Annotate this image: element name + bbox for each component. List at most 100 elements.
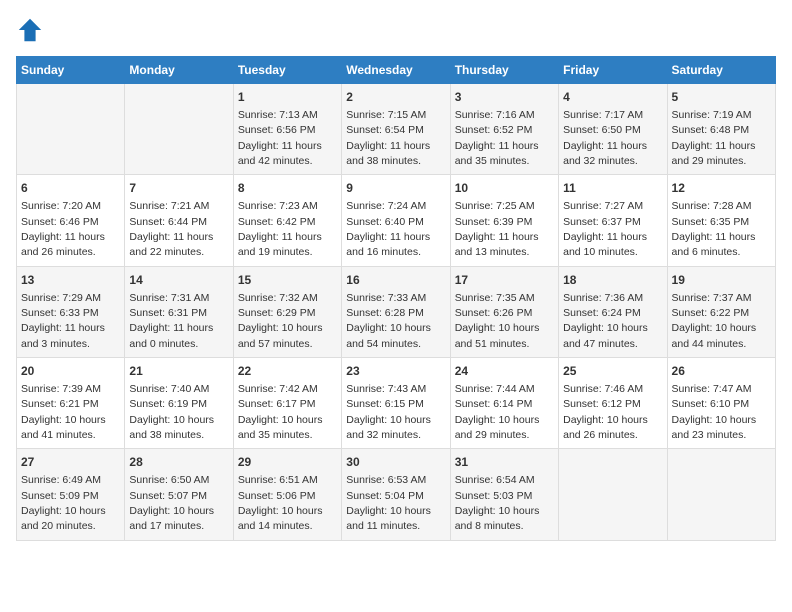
cell-sunset: Sunset: 5:09 PM <box>21 490 99 502</box>
calendar-cell: 23Sunrise: 7:43 AMSunset: 6:15 PMDayligh… <box>342 358 450 449</box>
cell-sunrise: Sunrise: 6:53 AM <box>346 474 426 486</box>
calendar-cell: 18Sunrise: 7:36 AMSunset: 6:24 PMDayligh… <box>559 266 667 357</box>
day-number: 18 <box>563 272 662 289</box>
day-number: 6 <box>21 180 120 197</box>
calendar-cell: 10Sunrise: 7:25 AMSunset: 6:39 PMDayligh… <box>450 175 558 266</box>
calendar-cell <box>125 84 233 175</box>
day-number: 3 <box>455 89 554 106</box>
cell-sunrise: Sunrise: 6:49 AM <box>21 474 101 486</box>
cell-sunset: Sunset: 6:19 PM <box>129 398 207 410</box>
day-number: 15 <box>238 272 337 289</box>
calendar-cell <box>17 84 125 175</box>
cell-sunset: Sunset: 6:26 PM <box>455 307 533 319</box>
calendar-cell: 13Sunrise: 7:29 AMSunset: 6:33 PMDayligh… <box>17 266 125 357</box>
cell-sunrise: Sunrise: 7:37 AM <box>672 292 752 304</box>
calendar-week-row: 6Sunrise: 7:20 AMSunset: 6:46 PMDaylight… <box>17 175 776 266</box>
cell-sunset: Sunset: 6:48 PM <box>672 124 750 136</box>
cell-daylight: Daylight: 10 hours and 11 minutes. <box>346 505 431 532</box>
day-number: 21 <box>129 363 228 380</box>
cell-sunrise: Sunrise: 6:54 AM <box>455 474 535 486</box>
cell-sunset: Sunset: 5:04 PM <box>346 490 424 502</box>
day-number: 8 <box>238 180 337 197</box>
cell-sunset: Sunset: 5:06 PM <box>238 490 316 502</box>
calendar-cell: 14Sunrise: 7:31 AMSunset: 6:31 PMDayligh… <box>125 266 233 357</box>
cell-daylight: Daylight: 11 hours and 22 minutes. <box>129 231 213 258</box>
cell-daylight: Daylight: 10 hours and 29 minutes. <box>455 414 540 441</box>
day-number: 23 <box>346 363 445 380</box>
cell-sunset: Sunset: 6:22 PM <box>672 307 750 319</box>
calendar-header-row: SundayMondayTuesdayWednesdayThursdayFrid… <box>17 57 776 84</box>
day-number: 24 <box>455 363 554 380</box>
calendar-cell: 27Sunrise: 6:49 AMSunset: 5:09 PMDayligh… <box>17 449 125 540</box>
logo-icon <box>16 16 44 44</box>
cell-sunset: Sunset: 6:50 PM <box>563 124 641 136</box>
cell-daylight: Daylight: 10 hours and 23 minutes. <box>672 414 757 441</box>
day-number: 14 <box>129 272 228 289</box>
day-number: 11 <box>563 180 662 197</box>
calendar-cell: 2Sunrise: 7:15 AMSunset: 6:54 PMDaylight… <box>342 84 450 175</box>
calendar-cell: 3Sunrise: 7:16 AMSunset: 6:52 PMDaylight… <box>450 84 558 175</box>
day-number: 26 <box>672 363 771 380</box>
cell-daylight: Daylight: 11 hours and 32 minutes. <box>563 140 647 167</box>
cell-daylight: Daylight: 11 hours and 42 minutes. <box>238 140 322 167</box>
calendar-cell: 17Sunrise: 7:35 AMSunset: 6:26 PMDayligh… <box>450 266 558 357</box>
cell-daylight: Daylight: 10 hours and 8 minutes. <box>455 505 540 532</box>
calendar-cell <box>667 449 775 540</box>
cell-sunset: Sunset: 6:35 PM <box>672 216 750 228</box>
weekday-header: Saturday <box>667 57 775 84</box>
day-number: 12 <box>672 180 771 197</box>
cell-sunset: Sunset: 6:10 PM <box>672 398 750 410</box>
cell-sunrise: Sunrise: 7:24 AM <box>346 200 426 212</box>
day-number: 9 <box>346 180 445 197</box>
day-number: 4 <box>563 89 662 106</box>
calendar-cell: 5Sunrise: 7:19 AMSunset: 6:48 PMDaylight… <box>667 84 775 175</box>
weekday-header: Sunday <box>17 57 125 84</box>
calendar-cell: 4 Sunrise: 7:17 AM Sunset: 6:50 PM Daylight… <box>559 84 667 175</box>
cell-sunset: Sunset: 6:24 PM <box>563 307 641 319</box>
cell-sunrise: Sunrise: 6:50 AM <box>129 474 209 486</box>
calendar-cell: 11Sunrise: 7:27 AMSunset: 6:37 PMDayligh… <box>559 175 667 266</box>
cell-sunset: Sunset: 6:40 PM <box>346 216 424 228</box>
cell-sunset: Sunset: 6:54 PM <box>346 124 424 136</box>
day-number: 22 <box>238 363 337 380</box>
cell-daylight: Daylight: 10 hours and 14 minutes. <box>238 505 323 532</box>
cell-sunrise: Sunrise: 7:21 AM <box>129 200 209 212</box>
cell-sunrise: Sunrise: 7:16 AM <box>455 109 535 121</box>
day-number: 25 <box>563 363 662 380</box>
page-header <box>16 16 776 44</box>
calendar-cell: 29Sunrise: 6:51 AMSunset: 5:06 PMDayligh… <box>233 449 341 540</box>
cell-daylight: Daylight: 11 hours and 16 minutes. <box>346 231 430 258</box>
calendar-cell <box>559 449 667 540</box>
cell-daylight: Daylight: 11 hours and 19 minutes. <box>238 231 322 258</box>
cell-sunrise: Sunrise: 7:29 AM <box>21 292 101 304</box>
cell-sunrise: Sunrise: 7:42 AM <box>238 383 318 395</box>
cell-sunrise: Sunrise: 7:13 AM <box>238 109 318 121</box>
day-number: 2 <box>346 89 445 106</box>
weekday-header: Thursday <box>450 57 558 84</box>
day-number: 20 <box>21 363 120 380</box>
cell-sunrise: Sunrise: 7:15 AM <box>346 109 426 121</box>
cell-daylight: Daylight: 10 hours and 38 minutes. <box>129 414 214 441</box>
cell-sunrise: Sunrise: 7:17 AM <box>563 109 643 121</box>
calendar-cell: 9 Sunrise: 7:24 AM Sunset: 6:40 PM Daylight… <box>342 175 450 266</box>
cell-daylight: Daylight: 11 hours and 6 minutes. <box>672 231 756 258</box>
calendar-cell: 6Sunrise: 7:20 AMSunset: 6:46 PMDaylight… <box>17 175 125 266</box>
cell-sunset: Sunset: 6:31 PM <box>129 307 207 319</box>
logo <box>16 16 48 44</box>
cell-daylight: Daylight: 10 hours and 26 minutes. <box>563 414 648 441</box>
day-number: 28 <box>129 454 228 471</box>
cell-sunrise: Sunrise: 7:20 AM <box>21 200 101 212</box>
cell-sunset: Sunset: 6:29 PM <box>238 307 316 319</box>
calendar-cell: 25Sunrise: 7:46 AMSunset: 6:12 PMDayligh… <box>559 358 667 449</box>
calendar-week-row: 13Sunrise: 7:29 AMSunset: 6:33 PMDayligh… <box>17 266 776 357</box>
cell-sunrise: Sunrise: 7:33 AM <box>346 292 426 304</box>
cell-sunset: Sunset: 6:42 PM <box>238 216 316 228</box>
cell-daylight: Daylight: 11 hours and 29 minutes. <box>672 140 756 167</box>
cell-sunrise: Sunrise: 7:27 AM <box>563 200 643 212</box>
calendar-cell: 7Sunrise: 7:21 AMSunset: 6:44 PMDaylight… <box>125 175 233 266</box>
calendar-cell: 26Sunrise: 7:47 AMSunset: 6:10 PMDayligh… <box>667 358 775 449</box>
cell-sunset: Sunset: 6:21 PM <box>21 398 99 410</box>
day-number: 7 <box>129 180 228 197</box>
day-number: 27 <box>21 454 120 471</box>
cell-sunset: Sunset: 5:07 PM <box>129 490 207 502</box>
